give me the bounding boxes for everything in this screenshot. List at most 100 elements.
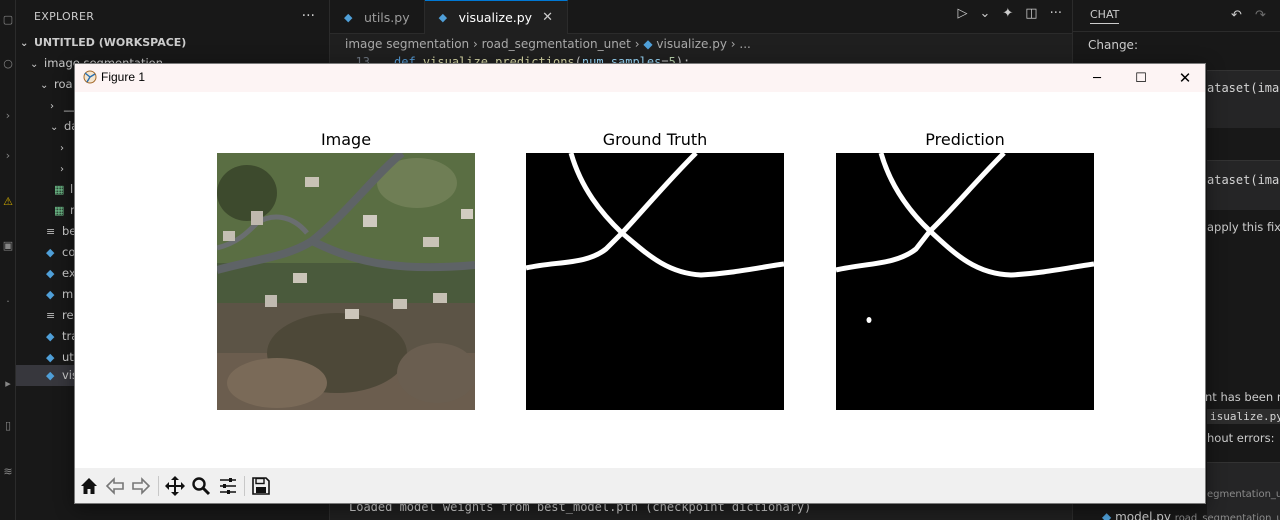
chat-change-label: Change: [1088, 38, 1138, 52]
figure-toolbar [75, 468, 1205, 503]
chat-header: CHAT [1073, 0, 1280, 32]
figure-canvas[interactable]: Image Ground Truth Prediction [75, 92, 1205, 468]
floppy-disk-icon [252, 477, 270, 495]
matplotlib-logo-icon [83, 70, 97, 84]
editor-actions: ▷ ⌄ ✦ ◫ ··· [957, 6, 1062, 21]
chat-file-ref[interactable]: egmentation_u [1207, 489, 1280, 500]
python-icon: ◆ [1102, 510, 1112, 520]
back-button[interactable] [103, 474, 127, 498]
chat-inline-code: isualize.py [1207, 409, 1280, 424]
toolbar-divider [244, 476, 245, 496]
python-icon: ◆ [46, 369, 55, 382]
chevron-down-icon[interactable]: ⌄ [979, 6, 990, 21]
breadcrumb-item[interactable]: road_segmentation_unet [482, 37, 631, 51]
breadcrumb-item[interactable]: image segmentation [345, 37, 469, 51]
redo-icon[interactable]: ↷ [1255, 8, 1266, 23]
files-icon[interactable]: ▢ [2, 14, 14, 26]
explorer-title: EXPLORER [34, 9, 95, 23]
magnifier-icon [192, 477, 211, 496]
breadcrumb: image segmentation › road_segmentation_u… [330, 34, 1072, 54]
aerial-image [217, 153, 475, 410]
panel-title-image: Image [320, 130, 372, 149]
chevron-down-icon: ⌄ [40, 80, 49, 91]
sliders-icon [220, 478, 236, 494]
breadcrumb-item[interactable]: visualize.py [656, 37, 727, 51]
tree-item[interactable]: ▦ l [54, 179, 73, 200]
workspace-root[interactable]: ⌄ UNTITLED (WORKSPACE) [20, 32, 186, 53]
chat-message-text: apply this fix f [1207, 220, 1280, 234]
chevron-right-icon: › [50, 101, 54, 112]
tree-item[interactable]: ≡ be [46, 221, 76, 242]
python-icon: ◆ [643, 37, 653, 51]
chat-code-block[interactable]: ataset(imag [1207, 70, 1280, 128]
chat-code-block[interactable]: ataset(imag [1207, 160, 1280, 210]
settings-icon[interactable]: ≋ [2, 466, 14, 478]
toolbar-divider [158, 476, 159, 496]
chat-message-text: hout errors: [1207, 431, 1275, 445]
chevron-right-icon: › [60, 143, 64, 154]
prediction-mask [836, 153, 1094, 410]
panel-title-ground-truth: Ground Truth [602, 130, 708, 149]
move-icon [165, 476, 185, 496]
chevron-right-icon: › [60, 164, 64, 175]
pan-button[interactable] [163, 474, 187, 498]
arrow-right-icon [132, 477, 151, 495]
search-icon[interactable]: ○ [2, 58, 14, 70]
python-icon: ◆ [46, 330, 55, 343]
minimize-button[interactable]: ─ [1075, 64, 1119, 92]
close-icon[interactable]: ✕ [542, 10, 553, 25]
python-icon: ◆ [438, 11, 448, 24]
python-icon: ◆ [46, 246, 55, 259]
chat-file-ref[interactable]: ◆ model.py road_segmentation_un [1102, 510, 1280, 520]
folder-road-segmentation[interactable]: ⌄ roa [40, 74, 73, 95]
tree-item[interactable]: › __ [50, 95, 76, 116]
figure-titlebar[interactable]: Figure 1 ─ ☐ ✕ [75, 64, 1205, 92]
configure-subplots-button[interactable] [216, 474, 240, 498]
close-window-button[interactable]: ✕ [1163, 64, 1207, 92]
split-editor-icon[interactable]: ◫ [1025, 6, 1037, 21]
tree-item[interactable]: ≡ re [46, 305, 74, 326]
run-debug-icon[interactable]: › [2, 150, 14, 162]
sparkle-icon[interactable]: ✦ [1002, 6, 1013, 21]
python-icon: ◆ [46, 288, 55, 301]
tree-item[interactable]: ◆ m [46, 284, 73, 305]
remote-icon[interactable]: ▸ [2, 378, 14, 390]
ground-truth-mask [526, 153, 784, 410]
run-icon[interactable]: ▷ [957, 6, 967, 21]
breadcrumb-item[interactable]: ... [739, 37, 750, 51]
activity-bar: ▢ ○ › › ⚠ ▣ · ▸ ▯ ≋ [0, 0, 16, 520]
home-button[interactable] [77, 474, 101, 498]
arrow-left-icon [105, 477, 124, 495]
maximize-button[interactable]: ☐ [1119, 64, 1163, 92]
chevron-down-icon: ⌄ [30, 59, 39, 70]
chevron-right-icon: › [473, 37, 482, 51]
chat-code-text: ataset(imag [1207, 81, 1280, 95]
home-icon [81, 478, 97, 494]
more-actions-icon[interactable]: ··· [1050, 6, 1062, 21]
figure-title: Figure 1 [101, 70, 146, 84]
zoom-button[interactable] [189, 474, 213, 498]
tab-visualize[interactable]: ◆ visualize.py ✕ [424, 0, 568, 34]
chat-message-text: nt has been re [1205, 390, 1280, 404]
figure-window[interactable]: Figure 1 ─ ☐ ✕ Image Ground Truth Predic… [74, 63, 1206, 504]
source-control-icon[interactable]: › [2, 110, 14, 122]
extensions-icon[interactable]: ▣ [2, 240, 14, 252]
tree-item[interactable]: ◆ ex [46, 263, 76, 284]
chat-code-text: ataset(imag [1207, 173, 1280, 187]
tree-item[interactable]: ◆ co [46, 242, 75, 263]
text-file-icon: ≡ [46, 309, 56, 322]
csv-icon: ▦ [54, 183, 65, 196]
text-file-icon: ≡ [46, 225, 56, 238]
account-icon[interactable]: ▯ [2, 420, 14, 432]
chevron-down-icon: ⌄ [20, 38, 29, 49]
python-icon: ◆ [46, 267, 55, 280]
more-actions-icon[interactable]: ··· [302, 8, 315, 24]
save-figure-button[interactable] [249, 474, 273, 498]
undo-icon[interactable]: ↶ [1231, 8, 1242, 23]
warning-icon[interactable]: ⚠ [2, 196, 14, 208]
panel-title-prediction: Prediction [925, 130, 1005, 149]
testing-icon[interactable]: · [2, 296, 14, 308]
python-icon: ◆ [344, 10, 353, 24]
forward-button[interactable] [129, 474, 153, 498]
tab-utils[interactable]: ◆ utils.py [330, 0, 425, 34]
